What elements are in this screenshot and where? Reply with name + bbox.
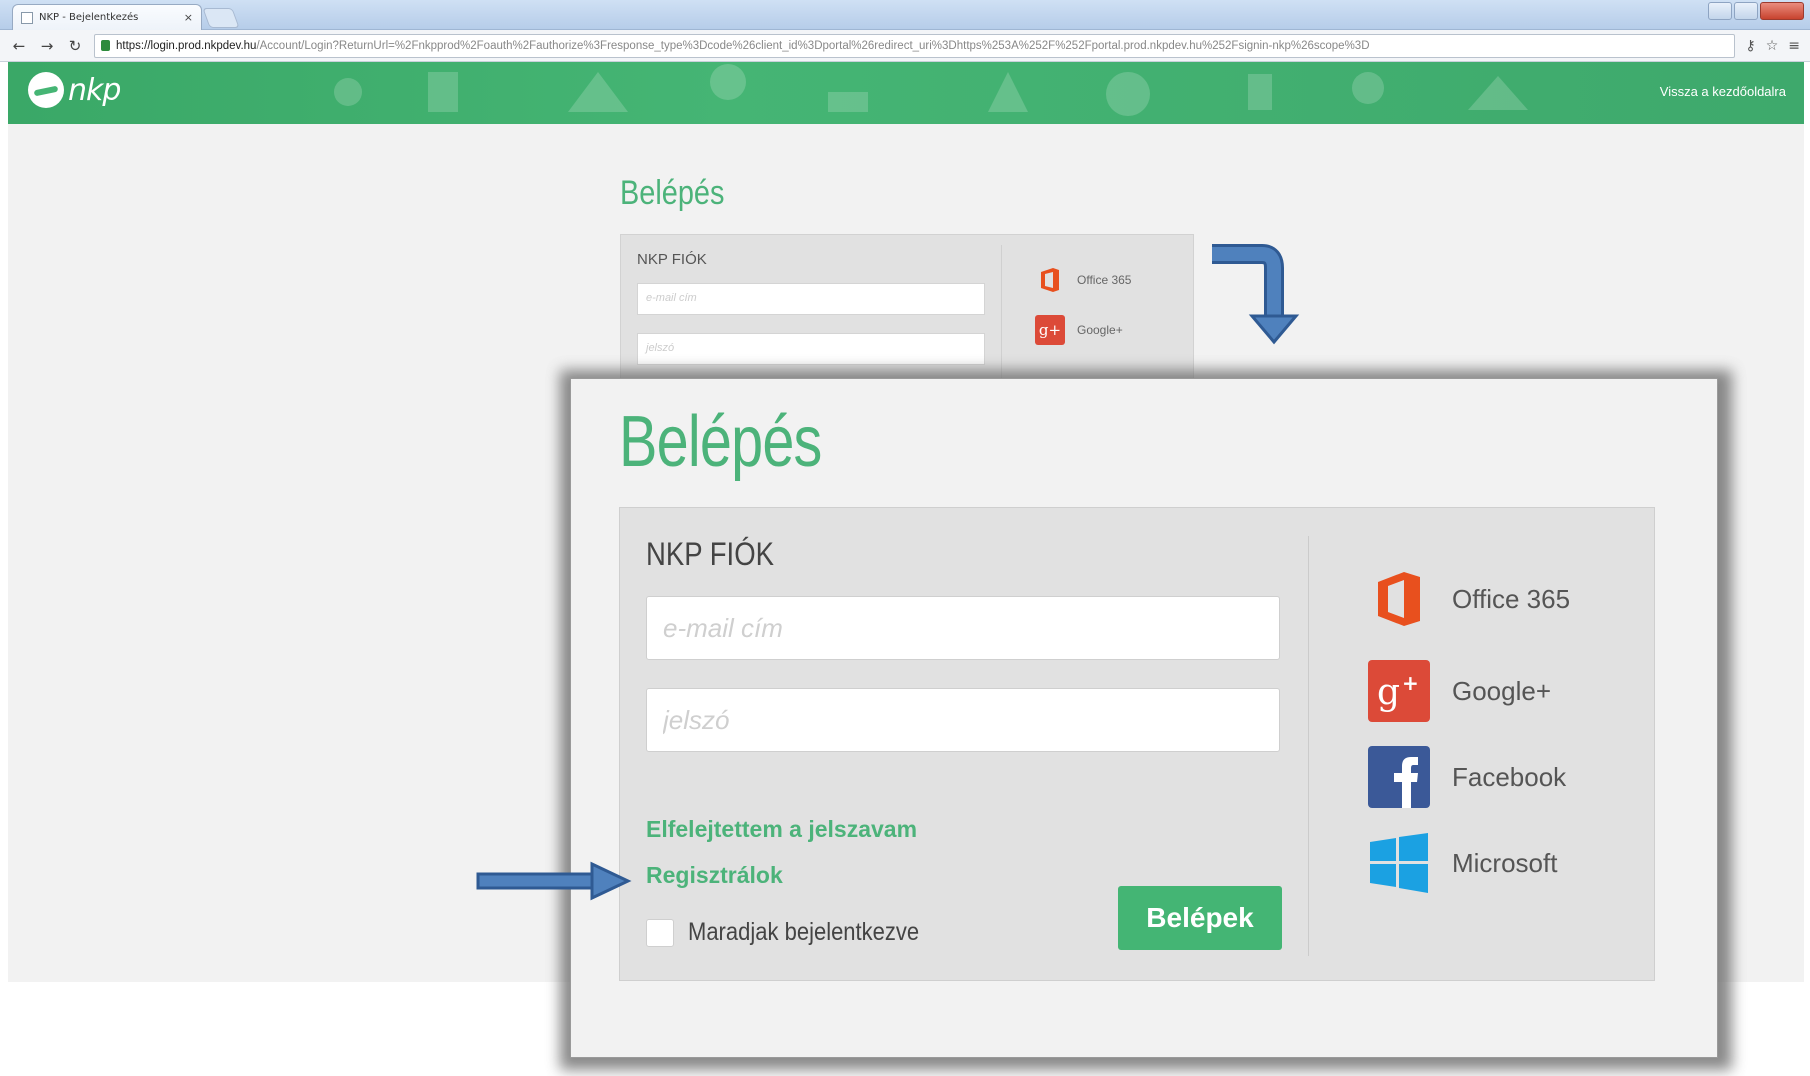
logo-text: nkp [68, 72, 121, 108]
provider-googleplus[interactable]: g + Google+ [1368, 660, 1551, 722]
tab-title: NKP - Bejelentkezés [39, 12, 139, 23]
favicon-icon [21, 11, 33, 24]
close-window-button[interactable] [1760, 2, 1804, 20]
forgot-password-link[interactable]: Elfelejtettem a jelszavam [646, 816, 917, 843]
site-header: nkp Vissza a kezdőoldalra [8, 62, 1804, 124]
zoomed-login-panel: Belépés NKP FIÓK Elfelejtettem a jelszav… [570, 378, 1718, 1058]
bg-provider-label: Google+ [1077, 323, 1123, 337]
provider-microsoft[interactable]: Microsoft [1368, 832, 1557, 894]
login-title: Belépés [619, 402, 822, 482]
provider-label: Facebook [1452, 761, 1567, 792]
provider-facebook[interactable]: Facebook [1368, 746, 1566, 808]
tab-close-icon[interactable]: × [184, 11, 193, 24]
maximize-button[interactable] [1734, 2, 1758, 20]
page: nkp Vissza a kezdőoldalra Belépés NKP FI… [0, 62, 1810, 1076]
minimize-button[interactable] [1708, 2, 1732, 20]
office365-icon [1378, 572, 1420, 626]
back-icon[interactable]: ← [10, 37, 28, 55]
callout-arrow-right-icon [476, 861, 632, 901]
url-host: https://login.prod.nkpdev.hu [116, 39, 257, 52]
google-plus-icon: g + [1368, 660, 1430, 722]
facebook-icon [1368, 746, 1430, 808]
forward-icon[interactable]: → [38, 37, 56, 55]
google-plus-icon: g+ [1035, 315, 1065, 345]
provider-label: Google+ [1452, 675, 1552, 706]
bg-password-field[interactable]: jelszó [637, 333, 985, 365]
bg-provider-office365[interactable]: Office 365 [1035, 265, 1131, 295]
windows-icon [1368, 832, 1430, 894]
provider-office365[interactable]: Office 365 [1368, 568, 1570, 630]
provider-label: Microsoft [1452, 847, 1558, 878]
url-input[interactable]: https://login.prod.nkpdev.hu/Account/Log… [94, 33, 1736, 58]
browser-tab[interactable]: NKP - Bejelentkezés × [12, 4, 202, 30]
bg-divider [1001, 245, 1002, 385]
tab-strip: NKP - Bejelentkezés × [0, 0, 1810, 30]
bg-login-title: Belépés [620, 174, 725, 212]
login-button[interactable]: Belépek [1118, 886, 1282, 950]
office365-icon [1041, 268, 1059, 292]
lock-icon [101, 40, 110, 51]
bg-email-field[interactable]: e-mail cím [637, 283, 985, 315]
header-decoration [334, 64, 1528, 116]
logo-mark-icon [28, 72, 64, 108]
account-label: NKP FIÓK [646, 536, 774, 572]
url-path: /Account/Login?ReturnUrl=%2Fnkpprod%2Foa… [256, 39, 1370, 52]
svg-text:+: + [1402, 671, 1419, 695]
new-tab-button[interactable] [202, 8, 240, 28]
menu-icon[interactable]: ≡ [1788, 38, 1800, 54]
login-card: NKP FIÓK Elfelejtettem a jelszavam Regis… [619, 507, 1655, 981]
checkbox-box[interactable] [646, 918, 674, 947]
toolbar-icons: ⚷ ☆ ≡ [1745, 38, 1800, 54]
bookmark-star-icon[interactable]: ☆ [1766, 38, 1779, 54]
email-field[interactable] [646, 596, 1280, 660]
browser-chrome: NKP - Bejelentkezés × ← → ↻ https://logi… [0, 0, 1810, 64]
bg-provider-googleplus[interactable]: g+ Google+ [1035, 315, 1123, 345]
password-field[interactable] [646, 688, 1280, 752]
back-to-home-link[interactable]: Vissza a kezdőoldalra [1660, 84, 1786, 99]
url-text: https://login.prod.nkpdev.hu/Account/Log… [116, 40, 1370, 52]
svg-text:g: g [1377, 672, 1400, 713]
remember-me-label: Maradjak bejelentkezve [688, 918, 920, 946]
remember-me-checkbox[interactable]: Maradjak bejelentkezve [646, 918, 951, 947]
provider-label: Office 365 [1452, 583, 1571, 614]
card-divider [1308, 536, 1309, 956]
window-controls [1708, 2, 1804, 20]
address-bar: ← → ↻ https://login.prod.nkpdev.hu/Accou… [0, 30, 1810, 62]
reload-icon[interactable]: ↻ [66, 37, 84, 55]
extension-icon[interactable]: ⚷ [1745, 38, 1755, 54]
bg-provider-label: Office 365 [1077, 273, 1132, 287]
callout-arrow-down-icon [1212, 244, 1300, 345]
nkp-logo[interactable]: nkp [28, 72, 121, 108]
register-link[interactable]: Regisztrálok [646, 862, 783, 889]
bg-account-label: NKP FIÓK [637, 251, 707, 268]
